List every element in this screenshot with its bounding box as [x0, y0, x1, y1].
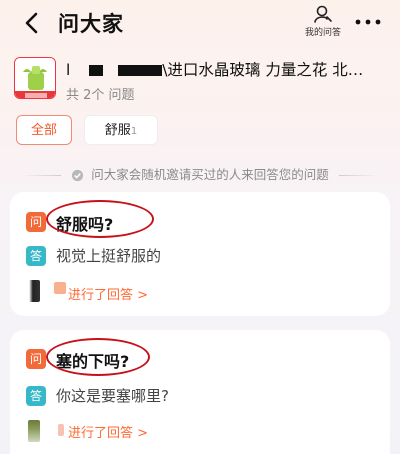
- question-badge: 问: [26, 212, 46, 232]
- notice-text: 问大家会随机邀请买过的人来回答您的问题: [91, 167, 329, 182]
- annotation-circle: [46, 338, 150, 376]
- product-title-prefix: l: [66, 61, 71, 79]
- back-icon[interactable]: [22, 10, 44, 36]
- avatar-redacted: [54, 282, 66, 294]
- question-count: 共 2个 问题: [66, 88, 135, 103]
- invite-notice: 问大家会随机邀请买过的人来回答您的问题: [0, 164, 400, 183]
- question-badge: 问: [26, 349, 46, 369]
- avatar: [28, 280, 40, 302]
- filter-chip-all[interactable]: 全部: [16, 115, 72, 145]
- question-card[interactable]: 问 塞的下吗? 答 你这是要塞哪里? 进行了回答 >: [10, 330, 390, 454]
- annotation-circle: [46, 200, 154, 238]
- avatar-redacted: [58, 424, 64, 436]
- user-question-icon: [314, 5, 332, 23]
- filter-chip-label: 舒服: [104, 123, 131, 138]
- answer-badge: 答: [26, 386, 46, 406]
- my-questions-label: 我的问答: [304, 28, 341, 38]
- filter-chip-count: 1: [130, 126, 138, 137]
- product-title[interactable]: l \进口水晶玻璃 力量之花 北…: [66, 58, 386, 80]
- answered-link[interactable]: 进行了回答 >: [68, 284, 148, 303]
- check-badge-icon: [72, 169, 84, 182]
- answer-text: 你这是要塞哪里?: [56, 387, 169, 405]
- answer-text: 视觉上挺舒服的: [56, 247, 162, 265]
- question-card[interactable]: 问 舒服吗? 答 视觉上挺舒服的 进行了回答 >: [10, 192, 390, 316]
- filter-chip-comfortable[interactable]: 舒服1: [84, 115, 158, 145]
- page-title: 问大家: [58, 12, 124, 36]
- product-title-suffix: \进口水晶玻璃 力量之花 北…: [162, 61, 364, 79]
- answer-badge: 答: [26, 246, 46, 266]
- product-thumbnail[interactable]: [14, 57, 56, 99]
- my-questions-button[interactable]: 我的问答: [300, 4, 346, 40]
- avatar: [28, 420, 40, 442]
- answered-link[interactable]: 进行了回答 >: [68, 422, 148, 441]
- more-icon[interactable]: [352, 14, 384, 30]
